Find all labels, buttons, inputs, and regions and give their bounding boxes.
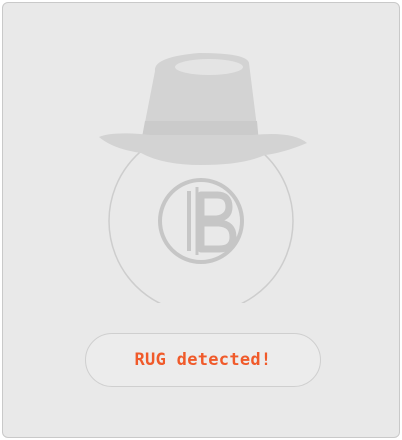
detective-coin-illustration	[99, 53, 307, 303]
detective-hat-icon	[99, 53, 307, 165]
status-message: RUG detected!	[134, 350, 272, 370]
rug-detected-panel: RUG detected!	[2, 2, 400, 438]
status-badge: RUG detected!	[85, 333, 321, 387]
